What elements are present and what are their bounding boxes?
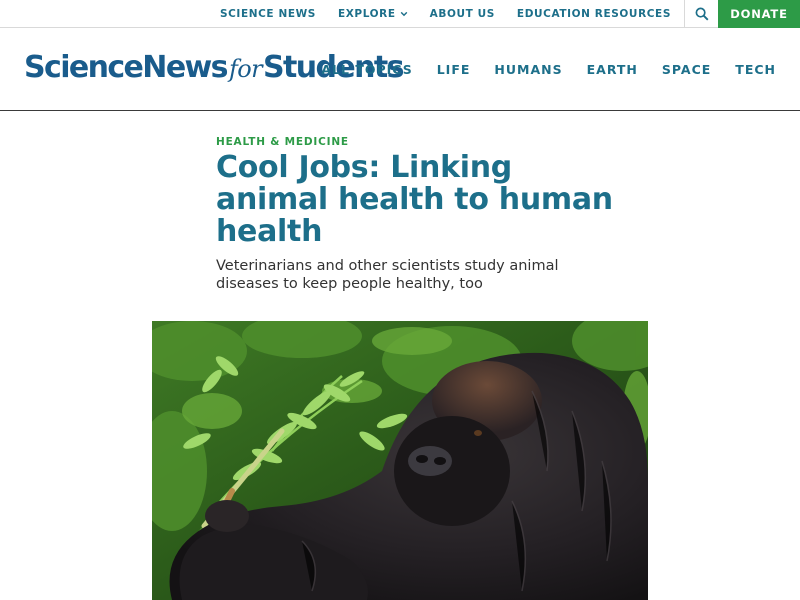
donate-button[interactable]: DONATE xyxy=(718,0,800,28)
explore-label: EXPLORE xyxy=(337,8,396,20)
logo-text-for: for xyxy=(228,55,263,83)
hero-image xyxy=(152,321,648,600)
article-dek: Veterinarians and other scientists study… xyxy=(216,258,559,292)
main-nav: ALL TOPICS LIFE HUMANS EARTH SPACE TECH xyxy=(309,28,788,111)
chevron-down-icon xyxy=(400,11,407,17)
nav-link-all-topics[interactable]: ALL TOPICS xyxy=(309,62,424,77)
utility-link-science-news[interactable]: SCIENCE NEWS xyxy=(209,0,327,28)
gorilla-photo xyxy=(152,321,648,600)
nav-link-tech[interactable]: TECH xyxy=(723,62,788,77)
article-category-link[interactable]: HEALTH & MEDICINE xyxy=(216,136,349,148)
utility-link-about-us[interactable]: ABOUT US xyxy=(419,0,506,28)
utility-bar: SCIENCE NEWS EXPLORE ABOUT US EDUCATION … xyxy=(0,0,800,28)
article-title: Cool Jobs: Linking animal health to huma… xyxy=(216,150,613,249)
utility-link-education-resources[interactable]: EDUCATION RESOURCES xyxy=(506,0,682,28)
nav-link-space[interactable]: SPACE xyxy=(650,62,723,77)
search-button[interactable] xyxy=(684,0,718,28)
utility-link-explore[interactable]: EXPLORE xyxy=(327,0,419,28)
nav-link-humans[interactable]: HUMANS xyxy=(482,62,574,77)
logo-text-science-news: ScienceNews xyxy=(24,50,229,85)
main-header: ScienceNews for Students ALL TOPICS LIFE H… xyxy=(0,28,800,111)
nav-link-life[interactable]: LIFE xyxy=(425,62,483,77)
nav-link-earth[interactable]: EARTH xyxy=(575,62,650,77)
utility-nav: SCIENCE NEWS EXPLORE ABOUT US EDUCATION … xyxy=(209,0,800,28)
search-icon xyxy=(695,7,708,21)
